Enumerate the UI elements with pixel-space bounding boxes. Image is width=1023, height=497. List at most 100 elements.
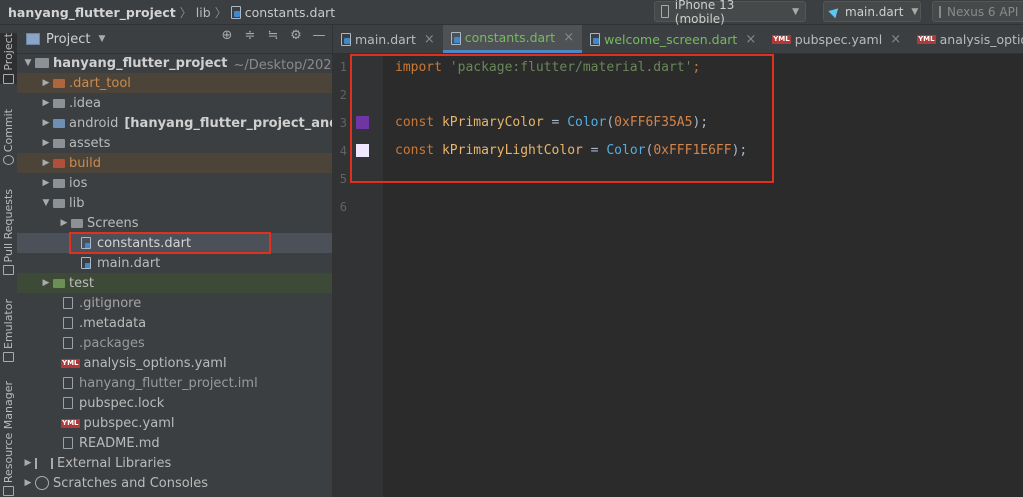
project-view-selector[interactable]: Project — [46, 32, 90, 47]
project-panel-header: Project ▼ ⊕ ≑ ≒ ⚙ — — [17, 25, 332, 54]
tool-tab-project[interactable]: Project — [0, 33, 17, 84]
run-config-label: main.dart — [845, 4, 904, 19]
tree-item-metadata[interactable]: .metadata — [17, 313, 332, 333]
tree-item-screens[interactable]: ▶ Screens — [17, 213, 332, 233]
tool-tab-pull-requests[interactable]: Pull Requests — [0, 189, 17, 276]
file-icon — [63, 337, 73, 349]
close-icon[interactable]: × — [563, 30, 574, 45]
tree-item-project-root[interactable]: ▼ hanyang_flutter_project ~/Desktop/2022… — [17, 53, 332, 73]
tool-tab-resource-manager[interactable]: Resource Manager — [0, 381, 17, 497]
commit-icon — [3, 155, 14, 166]
editor-tabs: main.dart × constants.dart × welcome_scr… — [333, 25, 1023, 54]
tab-pubspec-yaml[interactable]: YML pubspec.yaml × — [764, 25, 909, 53]
line-number: 3 — [339, 116, 347, 130]
breadcrumb-project[interactable]: hanyang_flutter_project — [8, 5, 176, 20]
tree-item-main-dart[interactable]: main.dart — [17, 253, 332, 273]
chevron-right-icon[interactable]: ▶ — [39, 98, 53, 108]
close-icon[interactable]: × — [424, 32, 435, 47]
tree-item-android[interactable]: ▶ android [hanyang_flutter_project_andro — [17, 113, 332, 133]
close-icon[interactable]: × — [745, 32, 756, 47]
minimize-icon[interactable]: — — [312, 29, 326, 43]
tool-tab-emulator[interactable]: Emulator — [0, 299, 17, 362]
line-number: 1 — [339, 60, 347, 74]
tree-item-analysis-options[interactable]: YML analysis_options.yaml — [17, 353, 332, 373]
tree-item-label: Scratches and Consoles — [53, 475, 209, 491]
breadcrumb-file[interactable]: constants.dart — [245, 5, 335, 20]
run-config-selector[interactable]: main.dart ▼ — [823, 1, 921, 22]
tree-item-label: .packages — [79, 335, 145, 351]
tree-item-label: .idea — [69, 95, 101, 111]
tree-item-pubspec-lock[interactable]: pubspec.lock — [17, 393, 332, 413]
tree-item-iml[interactable]: hanyang_flutter_project.iml — [17, 373, 332, 393]
phone-icon — [661, 5, 669, 18]
folder-icon — [53, 78, 65, 88]
yaml-file-icon: YML — [61, 358, 80, 368]
folder-icon — [53, 278, 65, 288]
tree-item-label: .metadata — [79, 315, 147, 331]
expand-icon[interactable]: ≑ — [243, 29, 257, 43]
tree-item-test[interactable]: ▶ test — [17, 273, 332, 293]
target-icon[interactable]: ⊕ — [220, 29, 234, 43]
tree-item-label: ios — [69, 175, 88, 191]
emulator-icon — [3, 352, 14, 362]
module-file-icon — [63, 377, 73, 389]
chevron-down-icon[interactable]: ▼ — [39, 198, 53, 208]
tab-label: welcome_screen.dart — [604, 31, 738, 47]
tree-item-idea[interactable]: ▶ .idea — [17, 93, 332, 113]
tree-item-scratches[interactable]: ▶ Scratches and Consoles — [17, 473, 332, 493]
tree-item-build[interactable]: ▶ build — [17, 153, 332, 173]
chevron-right-icon[interactable]: ▶ — [21, 478, 35, 488]
chevron-right-icon[interactable]: ▶ — [39, 278, 53, 288]
tab-analysis-options-yaml[interactable]: YML analysis_options.yaml — [909, 25, 1023, 53]
chevron-right-icon[interactable]: ▶ — [21, 458, 35, 468]
tree-item-packages[interactable]: .packages — [17, 333, 332, 353]
tool-tab-commit[interactable]: Commit — [0, 109, 17, 166]
device-selector[interactable]: iPhone 13 (mobile) ▼ — [654, 0, 806, 26]
chevron-down-icon[interactable]: ▼ — [98, 34, 105, 44]
tree-item-label: assets — [69, 135, 111, 151]
emulator-selector[interactable]: Nexus 6 API — [932, 1, 1023, 22]
gear-icon[interactable]: ⚙ — [289, 29, 303, 43]
breadcrumb-folder[interactable]: lib — [196, 5, 211, 20]
library-icon — [35, 457, 53, 469]
navigation-bar: hanyang_flutter_project 〉 lib 〉 constant… — [0, 0, 1023, 26]
tree-item-dart-tool[interactable]: ▶ .dart_tool — [17, 73, 332, 93]
scratches-icon — [35, 476, 49, 490]
folder-icon — [35, 58, 49, 68]
chevron-right-icon[interactable]: ▶ — [39, 158, 53, 168]
tree-item-assets[interactable]: ▶ assets — [17, 133, 332, 153]
tree-item-readme[interactable]: README.md — [17, 433, 332, 453]
yaml-file-icon: YML — [772, 34, 791, 44]
chevron-right-icon[interactable]: ▶ — [39, 78, 53, 88]
tab-main-dart[interactable]: main.dart × — [333, 25, 443, 53]
tree-item-gitignore[interactable]: .gitignore — [17, 293, 332, 313]
chevron-right-icon[interactable]: ▶ — [39, 138, 53, 148]
chevron-down-icon: ▼ — [911, 6, 919, 17]
tab-constants-dart[interactable]: constants.dart × — [442, 25, 583, 53]
tree-item-label: lib — [69, 195, 85, 211]
tree-item-label: build — [69, 155, 101, 171]
folder-icon — [53, 118, 65, 128]
chevron-right-icon[interactable]: ▶ — [57, 218, 71, 228]
chevron-down-icon[interactable]: ▼ — [21, 58, 35, 68]
tree-item-ios[interactable]: ▶ ios — [17, 173, 332, 193]
tool-tab-label: Commit — [2, 109, 15, 153]
collapse-icon[interactable]: ≒ — [266, 29, 280, 43]
folder-icon — [53, 158, 65, 168]
tree-item-lib[interactable]: ▼ lib — [17, 193, 332, 213]
chevron-down-icon: ▼ — [792, 6, 799, 17]
device-label: iPhone 13 (mobile) — [674, 0, 735, 26]
project-icon — [26, 33, 40, 45]
tree-item-module: [hanyang_flutter_project_andro — [124, 115, 333, 131]
tree-item-pubspec-yaml[interactable]: YML pubspec.yaml — [17, 413, 332, 433]
tree-item-external-libraries[interactable]: ▶ External Libraries — [17, 453, 332, 473]
chevron-right-icon[interactable]: ▶ — [39, 118, 53, 128]
device-icon — [939, 5, 941, 18]
tab-welcome-screen-dart[interactable]: welcome_screen.dart × — [582, 25, 764, 53]
close-icon[interactable]: × — [890, 32, 901, 47]
line-number: 5 — [339, 172, 347, 186]
tool-window-strip: Project Commit Pull Requests Emulator Re… — [0, 25, 18, 497]
chevron-right-icon[interactable]: ▶ — [39, 178, 53, 188]
resource-manager-icon — [3, 486, 14, 497]
tree-item-label: hanyang_flutter_project — [53, 55, 228, 71]
